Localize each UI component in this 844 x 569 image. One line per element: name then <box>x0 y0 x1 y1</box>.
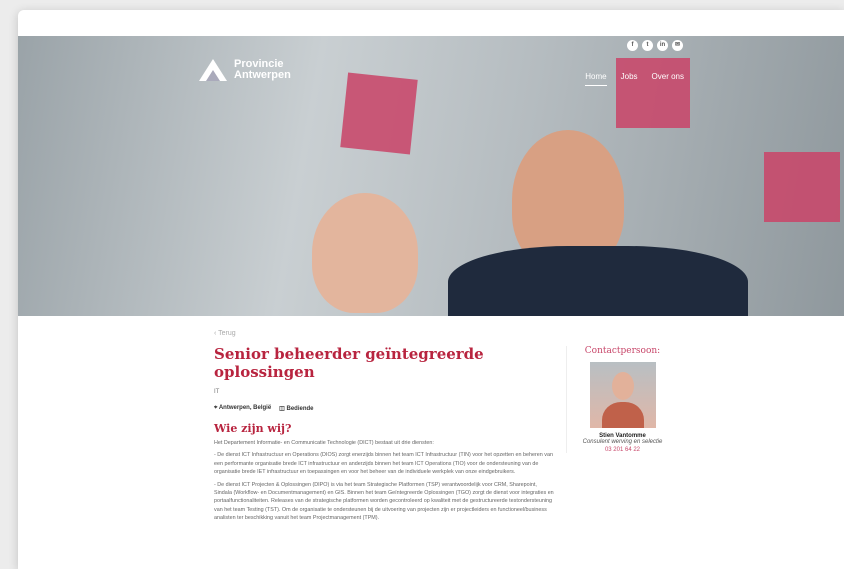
facebook-icon[interactable]: f <box>627 40 638 51</box>
contact-phone[interactable]: 03 201 64 22 <box>579 447 666 453</box>
job-location: Antwerpen, België <box>218 405 272 411</box>
sticky-note <box>764 152 840 222</box>
location-item: ⌖ Antwerpen, België <box>214 405 272 411</box>
intro-paragraph: Het Departement Informatie- en Communica… <box>214 440 434 446</box>
provincie-antwerpen-logo[interactable]: Provincie Antwerpen <box>198 58 291 82</box>
contact-avatar <box>589 362 656 428</box>
type-item: ◫ Bediende <box>279 406 314 412</box>
contact-role: Consulent werving en selectie <box>582 439 663 445</box>
woman-image <box>312 193 418 313</box>
man-shirt-image <box>448 246 748 316</box>
nav-jobs[interactable]: Jobs <box>621 72 638 86</box>
sticky-note <box>616 58 690 128</box>
back-label: Terug <box>218 330 236 337</box>
contact-title: Contactpersoon: <box>584 346 661 356</box>
main-navigation: Home Jobs Over ons <box>585 72 684 86</box>
nav-home[interactable]: Home <box>585 72 607 86</box>
linkedin-icon[interactable]: in <box>657 40 668 51</box>
hero-banner: Provincie Antwerpen f t in ✉ Home Jobs O… <box>18 36 844 316</box>
logo-line-2: Antwerpen <box>234 69 291 81</box>
logo-triangle-icon <box>199 59 227 81</box>
job-title: Senior beheerder geïntegreerde oplossing… <box>214 345 484 381</box>
back-link[interactable]: ‹ Terug <box>214 330 554 337</box>
twitter-icon[interactable]: t <box>642 40 653 51</box>
job-type: Bediende <box>286 406 314 412</box>
job-meta: ⌖ Antwerpen, België ◫ Bediende <box>214 405 554 412</box>
social-links: f t in ✉ <box>627 40 683 51</box>
email-icon[interactable]: ✉ <box>672 40 683 51</box>
contact-card: Contactpersoon: Stien Vantomme Consulent… <box>566 346 666 453</box>
nav-over-ons[interactable]: Over ons <box>652 72 684 86</box>
job-category: IT <box>214 389 220 395</box>
dios-paragraph: - De dienst ICT Infrastructuur en Operat… <box>214 452 553 476</box>
sticky-note <box>340 72 418 155</box>
dipo-paragraph: - De dienst ICT Projecten & Oplossingen … <box>214 481 554 522</box>
section-title: Wie zijn wij? <box>214 422 292 435</box>
job-content: ‹ Terug Senior beheerder geïntegreerde o… <box>214 330 554 523</box>
